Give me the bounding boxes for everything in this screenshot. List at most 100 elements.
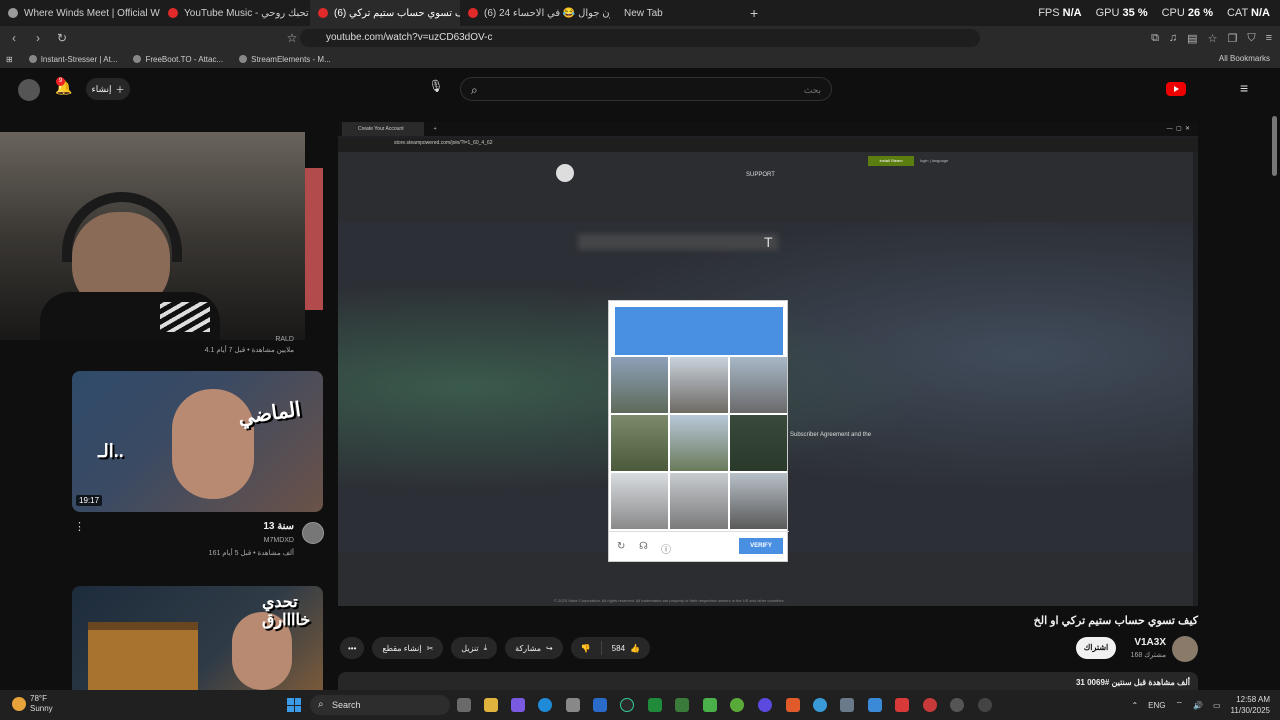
forward-icon[interactable]: › bbox=[28, 31, 48, 45]
create-button[interactable]: إنشاء ＋ bbox=[86, 78, 130, 100]
app-icon[interactable] bbox=[868, 698, 882, 712]
captcha-verify-button: VERIFY bbox=[739, 538, 783, 554]
tab-youtube-music[interactable]: YouTube Music - تحبك روحي bbox=[160, 0, 310, 26]
edge-icon[interactable] bbox=[538, 698, 552, 712]
menu-icon[interactable]: ≡ bbox=[1266, 32, 1272, 44]
weather-widget[interactable]: 78°F Sunny bbox=[12, 694, 53, 714]
start-icon[interactable] bbox=[287, 698, 301, 712]
bookmark-item[interactable]: StreamElements - M... bbox=[239, 55, 331, 64]
plus-icon: ＋ bbox=[115, 84, 125, 95]
duration-badge: 19:17 bbox=[76, 495, 103, 506]
browser-tab-bar: Where Winds Meet | Official Website YouT… bbox=[0, 0, 1280, 26]
video-thumbnail[interactable]: الماضي الـ.. 19:17 bbox=[72, 371, 323, 512]
url-field[interactable]: youtube.com/watch?v=uzCD63dOV-c bbox=[300, 29, 980, 47]
voice-search-icon[interactable]: 🎙 bbox=[426, 79, 446, 99]
captcha-tile bbox=[729, 357, 787, 413]
clock[interactable]: 12:58 AM 11/30/2025 bbox=[1231, 694, 1270, 716]
app-icon[interactable] bbox=[895, 698, 909, 712]
battery-icon[interactable]: ▭ bbox=[1213, 701, 1221, 710]
bookmark-item[interactable]: Instant-Stresser | At... bbox=[28, 55, 117, 64]
chevron-up-icon[interactable]: ⌃ bbox=[1131, 701, 1138, 710]
scrollbar-thumb[interactable] bbox=[1272, 116, 1277, 176]
share-button[interactable]: مشاركة ↪ bbox=[505, 637, 563, 659]
video-meta: 4.1 ملايين مشاهدة • قبل 7 أيام bbox=[204, 347, 294, 354]
language-indicator[interactable]: ENG bbox=[1148, 701, 1165, 710]
all-bookmarks-button[interactable]: All Bookmarks bbox=[1219, 50, 1270, 68]
weather-text: 78°F Sunny bbox=[30, 694, 53, 713]
collections-icon[interactable]: ❐ bbox=[1227, 32, 1237, 45]
settings-icon[interactable] bbox=[950, 698, 964, 712]
subscribe-button[interactable]: اشتراك bbox=[1076, 637, 1116, 659]
page-title-visible: T bbox=[764, 234, 773, 250]
video-player[interactable]: Create Your Account + — ▢ ✕ store.steamp… bbox=[338, 122, 1198, 606]
account-avatar[interactable] bbox=[18, 79, 40, 101]
search-icon: ⌕ bbox=[318, 699, 324, 710]
captcha-tile bbox=[611, 357, 669, 413]
tab-active-video[interactable]: (6) كيف تسوي حساب ستيم تركي ✕ bbox=[310, 0, 460, 26]
youtube-logo-icon[interactable] bbox=[1166, 82, 1186, 96]
favorites-icon[interactable]: ☆ bbox=[1208, 32, 1218, 45]
taskbar-search[interactable]: ⌕ Search bbox=[310, 695, 450, 715]
app-icon[interactable] bbox=[730, 698, 744, 712]
bookmark-item[interactable]: FreeBoot.TO - Attac... bbox=[133, 55, 223, 64]
app-icon[interactable] bbox=[703, 698, 717, 712]
app-icon[interactable] bbox=[675, 698, 689, 712]
reload-icon[interactable]: ↻ bbox=[52, 31, 72, 45]
more-actions-button[interactable]: ••• bbox=[340, 637, 365, 659]
bookmarks-bar: ⊞ Instant-Stresser | At... FreeBoot.TO -… bbox=[0, 50, 1280, 68]
page-scrollbar[interactable] bbox=[1270, 110, 1278, 690]
app-icon[interactable] bbox=[813, 698, 827, 712]
volume-icon[interactable]: 🔊 bbox=[1193, 701, 1203, 710]
app-icon[interactable] bbox=[923, 698, 937, 712]
bookmark-favicon-icon bbox=[239, 55, 248, 63]
more-options-icon[interactable]: ⋮ bbox=[74, 520, 85, 533]
like-count: 584 bbox=[611, 643, 626, 653]
channel-avatar[interactable] bbox=[1172, 636, 1198, 662]
video-title[interactable]: 13 سنة bbox=[263, 521, 294, 532]
guide-menu-icon[interactable]: ≡ bbox=[1240, 80, 1248, 96]
app-icon[interactable] bbox=[511, 698, 525, 712]
tab-24-hours-video[interactable]: (6) 24 ساعة بدون جوال 😂 في الاحساء bbox=[460, 0, 610, 26]
calculator-icon[interactable] bbox=[566, 698, 580, 712]
download-icon: ⤓ bbox=[483, 643, 488, 652]
video-thumbnail[interactable]: تحدي خاااارق bbox=[72, 586, 323, 690]
outlook-icon[interactable] bbox=[593, 698, 607, 712]
app-icon[interactable] bbox=[758, 698, 772, 712]
channel-name[interactable]: V1A3X bbox=[1134, 637, 1166, 648]
media-icon[interactable]: ♫ bbox=[1169, 32, 1177, 44]
thumbs-down-icon: 👎 bbox=[580, 643, 591, 653]
channel-name[interactable]: RALD bbox=[275, 336, 294, 343]
search-input[interactable] bbox=[521, 82, 821, 98]
dislike-button[interactable]: 👎 bbox=[571, 637, 601, 659]
download-button[interactable]: تنزيل ⤓ bbox=[451, 637, 498, 659]
apps-grid-icon[interactable]: ⊞ bbox=[6, 55, 13, 64]
tab-where-winds-meet[interactable]: Where Winds Meet | Official Website bbox=[0, 0, 160, 26]
notifications-bell-icon[interactable]: 🔔 9 bbox=[54, 77, 74, 99]
app-icon[interactable] bbox=[978, 698, 992, 712]
new-tab-button[interactable]: + bbox=[750, 5, 758, 21]
bookmark-label: StreamElements - M... bbox=[251, 54, 331, 64]
video-actions: ••• إنشاء مقطع ✂ تنزيل ⤓ مشاركة ↪ 👎 584 … bbox=[340, 637, 650, 659]
clip-button[interactable]: إنشاء مقطع ✂ bbox=[372, 637, 444, 659]
recorded-tab: Create Your Account bbox=[342, 122, 424, 136]
like-button[interactable]: 584 👍 bbox=[602, 637, 650, 659]
tab-new-tab[interactable]: New Tab bbox=[610, 0, 710, 26]
task-view-icon[interactable] bbox=[457, 698, 471, 712]
bookmark-star-icon[interactable]: ☆ bbox=[282, 31, 302, 45]
network-icon[interactable]: ⌔ bbox=[1175, 700, 1183, 710]
steam-icon[interactable] bbox=[840, 698, 854, 712]
channel-avatar[interactable] bbox=[302, 522, 324, 544]
search-icon[interactable]: ⌕ bbox=[471, 83, 478, 98]
sidebar-icon[interactable]: ▤ bbox=[1187, 32, 1197, 45]
channel-name[interactable]: M7MDXD bbox=[264, 537, 294, 544]
shield-icon[interactable]: ⛉ bbox=[1247, 32, 1255, 45]
file-explorer-icon[interactable] bbox=[484, 698, 498, 712]
captcha-tile bbox=[670, 415, 728, 471]
captcha-tile bbox=[611, 473, 669, 529]
video-thumbnail[interactable] bbox=[305, 168, 323, 310]
app-icon[interactable] bbox=[620, 698, 634, 712]
back-icon[interactable]: ‹ bbox=[4, 31, 24, 45]
app-icon[interactable] bbox=[648, 698, 662, 712]
extension-icon[interactable]: ⧉ bbox=[1151, 32, 1159, 45]
brave-icon[interactable] bbox=[786, 698, 800, 712]
